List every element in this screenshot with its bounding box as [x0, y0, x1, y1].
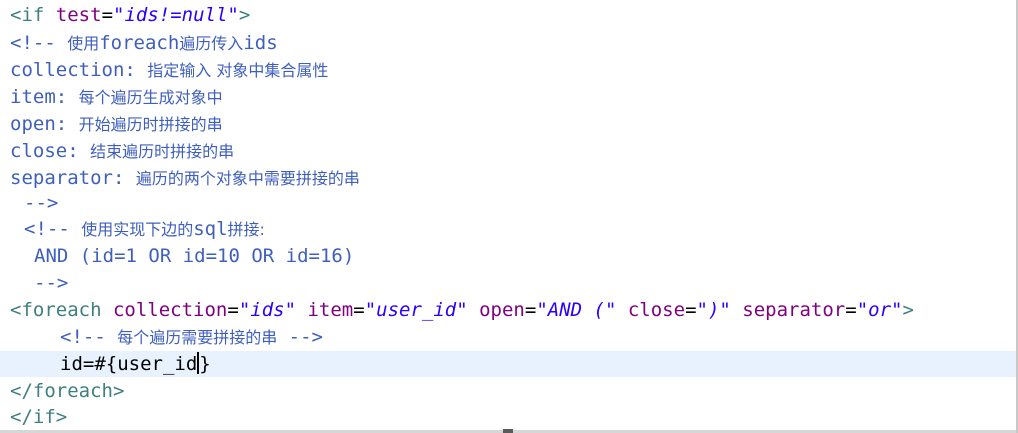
tag-bracket: < [10, 299, 22, 321]
comment-text: collection: [10, 59, 148, 81]
code-line-foreach-close: </foreach> [0, 378, 1016, 404]
code-text: } [199, 353, 211, 375]
comment-open: <!-- [10, 32, 68, 54]
comment-text: ids [243, 32, 278, 54]
comment-text: 遍历传入 [179, 34, 244, 53]
comment-text: AND (id=1 OR id=10 OR id=16) [34, 245, 355, 267]
code-line-sql-example: AND (id=1 OR id=10 OR id=16) [0, 243, 1016, 269]
attr-test: test [55, 4, 102, 26]
comment-text: 拼接: [227, 220, 265, 239]
attr-open: open [479, 299, 525, 321]
comment-text: 使用 [67, 34, 100, 53]
comment-text: separator: [10, 167, 136, 189]
code-line-if-open: <if test="ids!=null"> [0, 2, 1016, 28]
comment-open: <!-- [24, 218, 82, 240]
code-line-if-close: </if> [0, 404, 1016, 430]
code-line-comment-close: --> [0, 270, 1016, 296]
comment-text: 开始遍历时拼接的串 [78, 115, 223, 134]
tag-if-close: </if> [10, 406, 68, 428]
tag-bracket: > [902, 299, 914, 321]
attr-value-test: "ids!=null" [113, 4, 239, 26]
attr-value-close: ")" [696, 299, 731, 321]
comment-text: 指定输入 对象中集合属性 [147, 61, 329, 80]
equals-sign: = [227, 299, 239, 321]
comment-text: 遍历的两个对象中需要拼接的串 [135, 169, 360, 188]
equals-sign: = [845, 299, 857, 321]
comment-text: item: [10, 86, 79, 108]
attr-item: item [307, 299, 354, 321]
attr-value-item: "user_id" [364, 299, 468, 321]
equals-sign: = [353, 299, 365, 321]
comment-text: 结束遍历时拼接的串 [90, 142, 235, 161]
comment-text: close: [10, 140, 91, 162]
comment-text: open: [10, 113, 79, 135]
tag-if: if [21, 4, 45, 26]
attr-value-separator: "or" [856, 299, 903, 321]
code-line-comment-sql: <!-- 使用实现下边的sql拼接: [0, 216, 1016, 242]
attr-collection: collection [112, 299, 228, 321]
code-line-comment-2: collection: 指定输入 对象中集合属性 [0, 57, 1016, 83]
comment-text: 每个遍历生成对象中 [78, 88, 223, 107]
comment-text: 使用实现下边的 [81, 220, 194, 239]
code-line-comment-1: <!-- 使用foreach遍历传入ids [0, 30, 1016, 56]
tag-foreach: foreach [21, 299, 102, 321]
comment-open: <!-- [60, 326, 118, 348]
comment-close: --> [277, 326, 323, 348]
attr-separator: separator [742, 299, 846, 321]
equals-sign: = [524, 299, 537, 321]
code-text: id=#{user_id [60, 353, 198, 375]
comment-text: foreach [99, 32, 180, 54]
tag-bracket: < [10, 4, 22, 26]
tag-bracket: > [238, 4, 251, 26]
code-line-comment-4: open: 开始遍历时拼接的串 [0, 111, 1016, 137]
code-line-current[interactable]: id=#{user_id} [0, 351, 1016, 377]
attr-value-collection: "ids" [238, 299, 297, 321]
attr-close: close [627, 299, 686, 321]
scroll-marker[interactable] [503, 429, 513, 433]
code-line-comment-close: --> [0, 190, 1016, 216]
code-line-comment-6: separator: 遍历的两个对象中需要拼接的串 [0, 165, 1016, 191]
code-editor[interactable]: <if test="ids!=null"> <!-- 使用foreach遍历传入… [0, 0, 1018, 433]
comment-text: sql [193, 218, 228, 240]
equals-sign: = [101, 4, 114, 26]
comment-close: --> [34, 272, 69, 294]
tag-foreach-close: </foreach> [10, 380, 125, 402]
attr-value-open: "AND (" [536, 299, 617, 321]
comment-text: 每个遍历需要拼接的串 [117, 328, 278, 347]
code-line-comment-inner: <!-- 每个遍历需要拼接的串 --> [0, 324, 1016, 350]
equals-sign: = [685, 299, 697, 321]
code-line-comment-3: item: 每个遍历生成对象中 [0, 84, 1016, 110]
code-line-foreach-open: <foreach collection="ids" item="user_id"… [0, 297, 1016, 323]
comment-close: --> [24, 192, 59, 214]
code-line-comment-5: close: 结束遍历时拼接的串 [0, 138, 1016, 164]
